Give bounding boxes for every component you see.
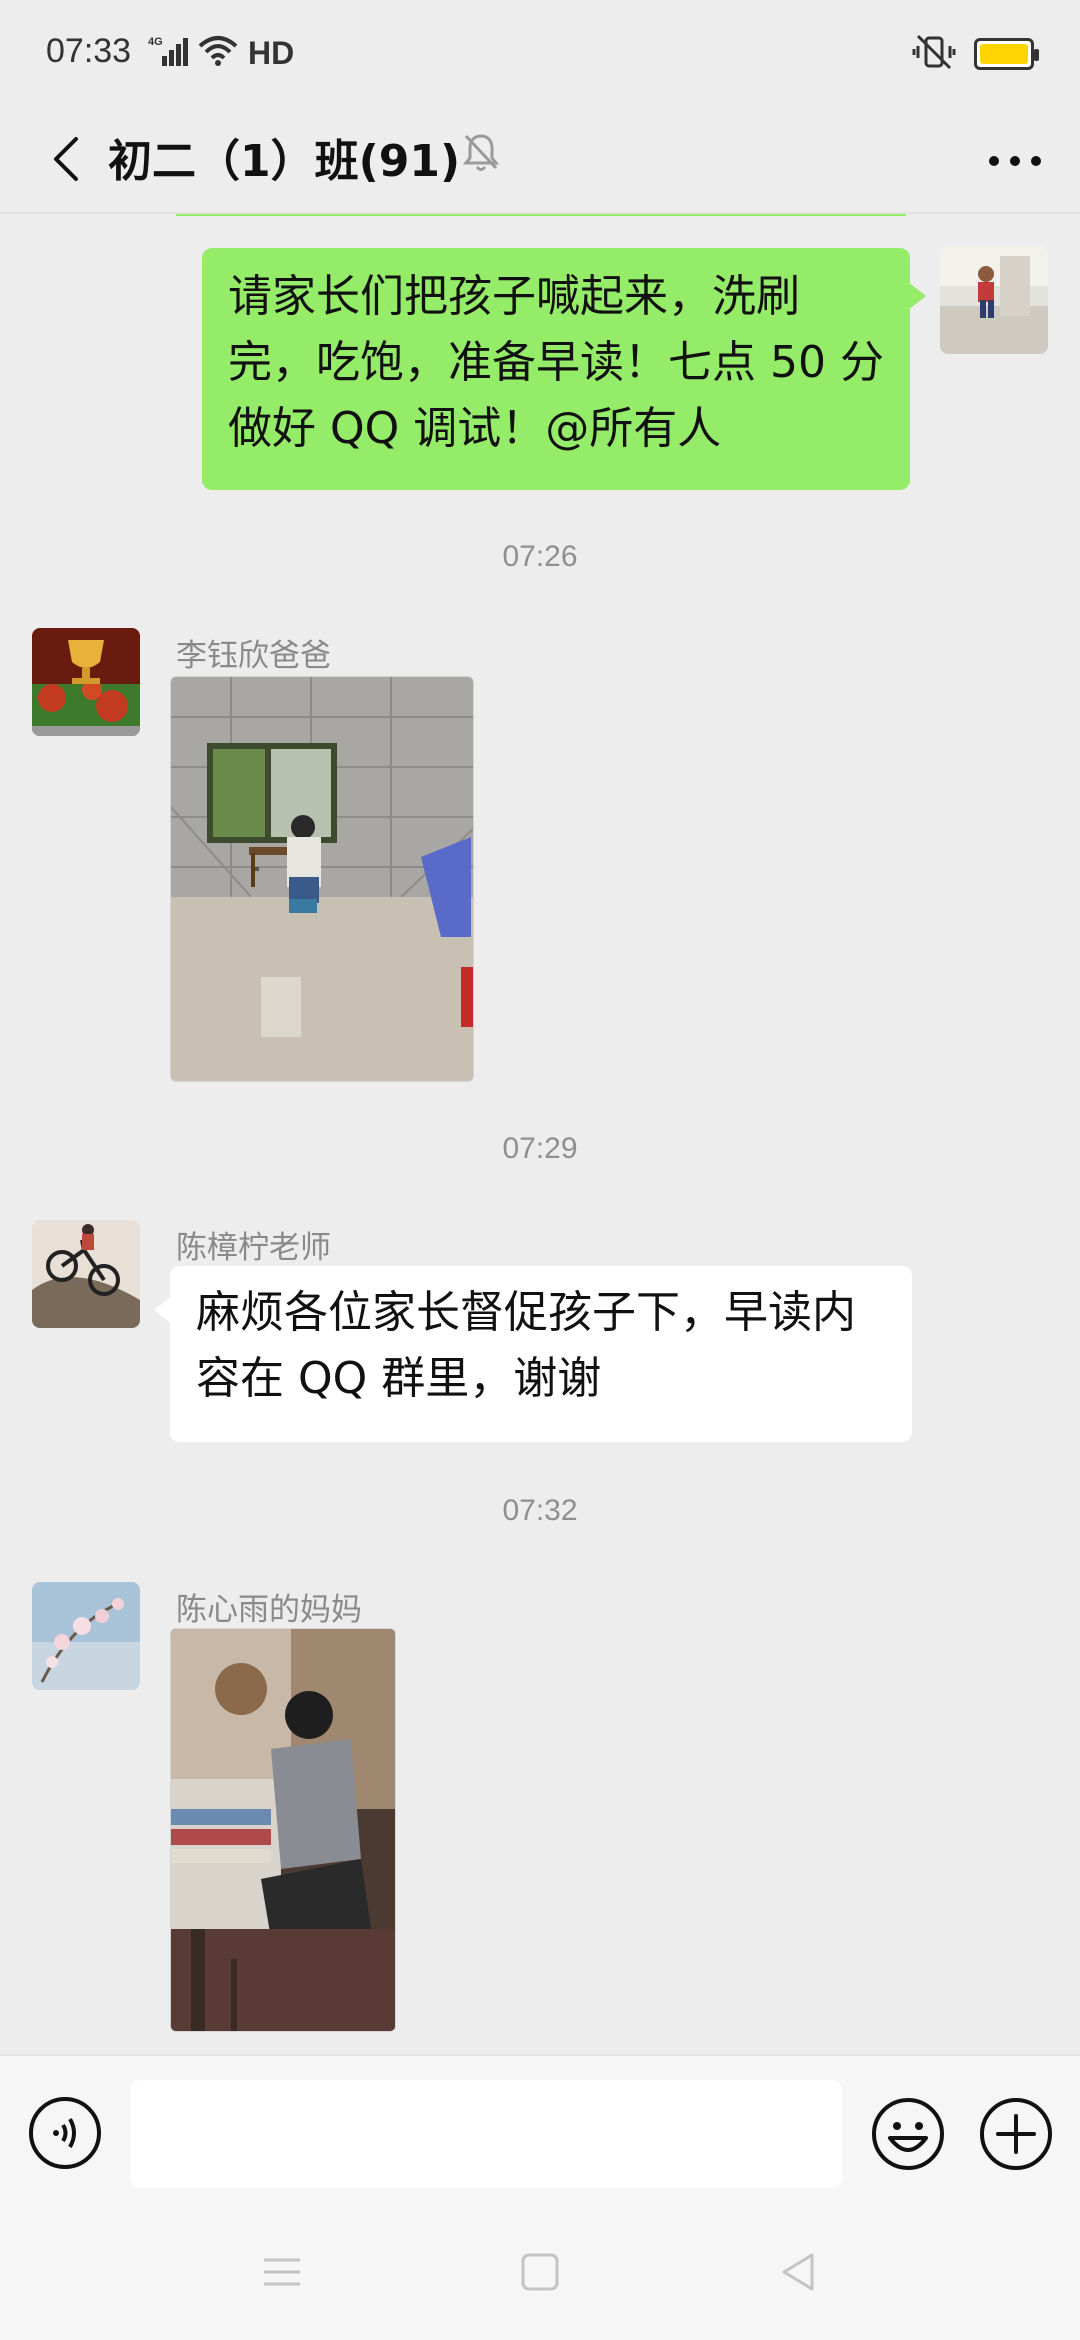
back-button[interactable]: [30, 126, 100, 196]
emoji-icon: [870, 2098, 946, 2176]
emoji-button[interactable]: [870, 2096, 946, 2172]
sender-avatar[interactable]: [32, 628, 140, 736]
nav-home-button[interactable]: [510, 2244, 570, 2304]
status-icons-right: [912, 34, 1039, 74]
sender-avatar[interactable]: [32, 1220, 140, 1328]
message-bubble-own[interactable]: 请家长们把孩子喊起来，洗刷完，吃饱，准备早读！七点 50 分做好 QQ 调试！@…: [202, 248, 926, 490]
previous-message-edge: [176, 214, 906, 216]
chat-header: 初二（1）班(91): [0, 108, 1080, 214]
nav-back-button[interactable]: [768, 2244, 828, 2304]
battery-icon: [974, 38, 1039, 70]
svg-text:4G: 4G: [148, 36, 163, 48]
home-square-icon: [520, 2252, 560, 2296]
status-time: 07:33: [46, 32, 132, 70]
more-horizontal-icon: [988, 152, 1042, 171]
message-text: 麻烦各位家长督促孩子下，早读内容在 QQ 群里，谢谢: [196, 1287, 856, 1404]
sender-name: 陈樟柠老师: [176, 1230, 331, 1266]
voice-button[interactable]: [28, 2096, 102, 2170]
more-button[interactable]: [980, 126, 1050, 196]
menu-icon: [262, 2254, 302, 2294]
more-functions-button[interactable]: [978, 2096, 1054, 2172]
hd-label: HD: [248, 34, 295, 71]
wifi-icon: [198, 34, 238, 72]
nav-menu-button[interactable]: [252, 2244, 312, 2304]
message-text: 请家长们把孩子喊起来，洗刷完，吃饱，准备早读！七点 50 分做好 QQ 调试！@…: [228, 271, 884, 454]
chevron-left-icon: [50, 135, 80, 187]
voice-icon: [28, 2097, 102, 2174]
sender-name: 陈心雨的妈妈: [176, 1592, 362, 1628]
chat-messages[interactable]: 请家长们把孩子喊起来，洗刷完，吃饱，准备早读！七点 50 分做好 QQ 调试！@…: [0, 214, 1080, 2054]
signal-icon: 4G: [148, 34, 188, 72]
timestamp: 07:26: [502, 540, 578, 573]
plus-circle-icon: [978, 2098, 1054, 2176]
timestamp: 07:32: [502, 1494, 578, 1527]
system-nav-bar: [0, 2210, 1080, 2340]
status-icons-left: 4G HD: [148, 34, 294, 72]
vibrate-off-icon: [912, 34, 956, 74]
my-avatar[interactable]: [940, 246, 1048, 354]
sender-name: 李钰欣爸爸: [176, 638, 331, 674]
message-bubble[interactable]: 麻烦各位家长督促孩子下，早读内容在 QQ 群里，谢谢: [154, 1266, 912, 1442]
message-input[interactable]: [130, 2080, 842, 2188]
sender-avatar[interactable]: [32, 1582, 140, 1690]
status-bar: 07:33 4G HD: [0, 0, 1080, 108]
bell-off-icon: [462, 130, 500, 178]
photo-message[interactable]: [170, 676, 474, 1082]
timestamp: 07:29: [502, 1132, 578, 1165]
photo-message[interactable]: [170, 1628, 396, 2032]
input-bar: [0, 2054, 1080, 2210]
back-triangle-icon: [778, 2251, 818, 2297]
chat-title: 初二（1）班(91): [108, 136, 461, 187]
